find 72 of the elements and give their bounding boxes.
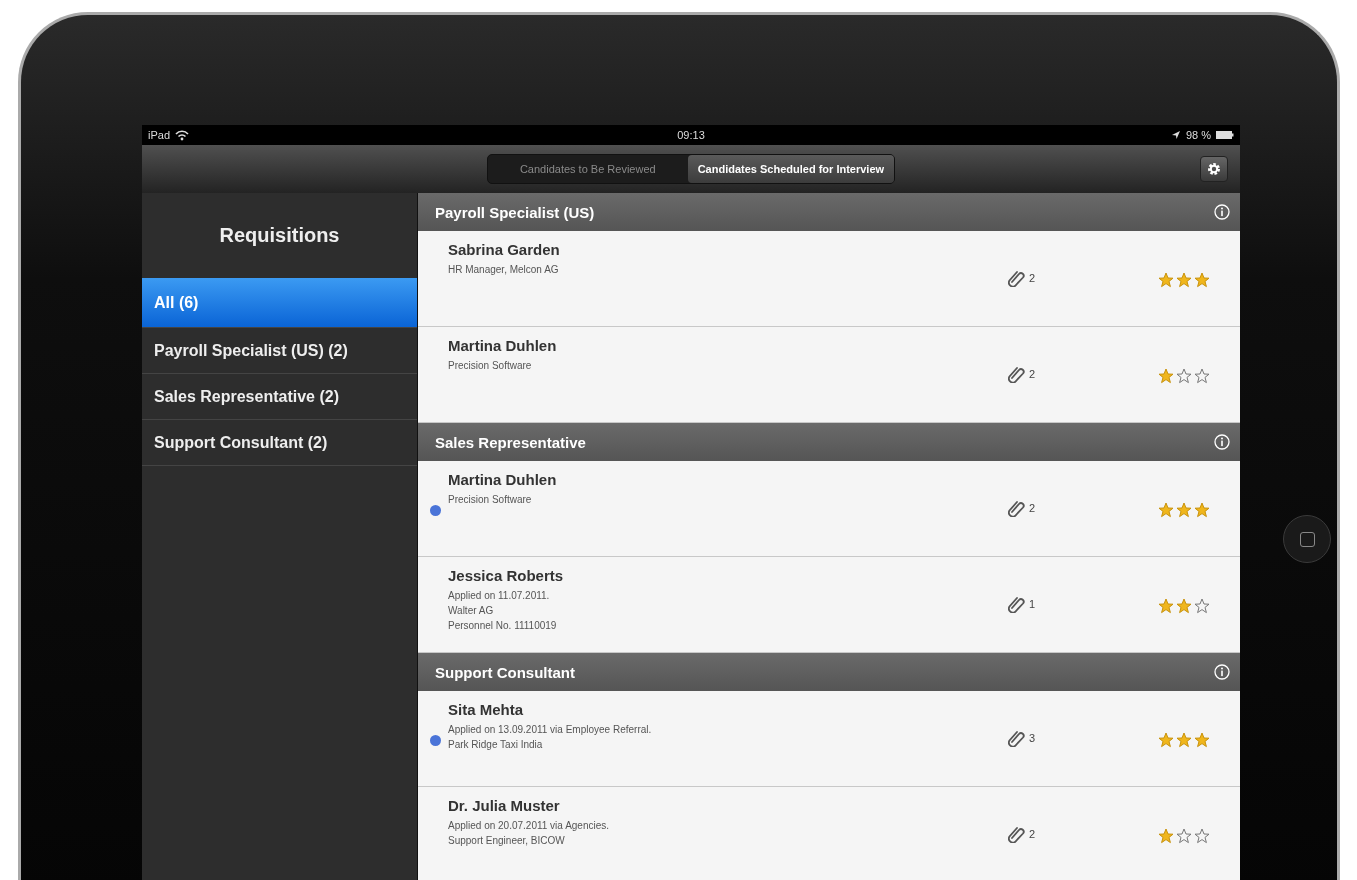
paperclip-icon [1008, 729, 1025, 747]
carrier-name: iPad [148, 129, 171, 141]
candidate-row[interactable]: Dr. Julia Muster Applied on 20.07.2011 via Agencies. Support Engineer, BICOW 2 [418, 787, 1240, 880]
filled-star-icon [1158, 368, 1174, 384]
paperclip-icon [1008, 595, 1025, 613]
candidate-detail: Walter AG [448, 604, 495, 618]
empty-star-icon [1176, 368, 1192, 384]
attachment-count: 2 [1029, 502, 1036, 514]
wifi-icon [175, 129, 190, 141]
section-title: Support Consultant [435, 663, 575, 681]
sidebar-item[interactable]: Sales Representative (2) [142, 374, 417, 420]
candidate-detail: Applied on 13.09.2011 via Employee Referral. [448, 723, 653, 737]
paperclip-icon [1008, 825, 1025, 843]
filled-star-icon [1194, 502, 1210, 518]
filled-star-icon [1158, 828, 1174, 844]
candidate-name: Sabrina Garden [448, 241, 561, 258]
attachment-count: 1 [1029, 598, 1036, 610]
section-title: Sales Representative [435, 433, 586, 451]
clock-time: 09:13 [677, 129, 705, 141]
candidate-row[interactable]: Martina Duhlen Precision Software 2 [418, 461, 1240, 557]
filled-star-icon [1176, 272, 1192, 288]
paperclip-icon [1008, 499, 1025, 517]
candidate-detail: HR Manager, Melcon AG [448, 263, 560, 277]
candidate-row[interactable]: Sita Mehta Applied on 13.09.2011 via Employee Referral. Park Ridge Taxi India 3 [418, 691, 1240, 787]
filled-star-icon [1194, 272, 1210, 288]
info-icon[interactable] [1214, 664, 1230, 680]
home-button[interactable] [1283, 515, 1331, 563]
candidate-name: Jessica Roberts [448, 567, 565, 584]
attachment-count: 2 [1029, 368, 1036, 380]
attachment-count: 2 [1029, 272, 1036, 284]
sidebar-item[interactable]: Support Consultant (2) [142, 420, 417, 466]
candidate-name: Martina Duhlen [448, 471, 558, 488]
tab[interactable]: Candidates Scheduled for Interview [687, 155, 895, 183]
candidate-detail: Applied on 20.07.2011 via Agencies. [448, 819, 611, 833]
attachment-count: 2 [1029, 828, 1036, 840]
location-arrow-icon [1170, 130, 1181, 140]
tab[interactable]: Candidates to Be Reviewed [487, 155, 688, 183]
sidebar-title: Requisitions [218, 223, 341, 248]
filled-star-icon [1176, 502, 1192, 518]
empty-star-icon [1194, 828, 1210, 844]
empty-star-icon [1194, 368, 1210, 384]
paperclip-icon [1008, 365, 1025, 383]
filled-star-icon [1158, 598, 1174, 614]
sidebar-item[interactable]: All (6) [142, 278, 417, 328]
settings-icon [1206, 161, 1222, 177]
candidate-detail: Park Ridge Taxi India [448, 738, 544, 752]
battery-icon [1216, 131, 1234, 139]
attachment-count: 3 [1029, 732, 1036, 744]
filled-star-icon [1158, 272, 1174, 288]
candidate-detail: Precision Software [448, 493, 533, 507]
empty-star-icon [1176, 828, 1192, 844]
filled-star-icon [1194, 732, 1210, 748]
paperclip-icon [1008, 269, 1025, 287]
filled-star-icon [1176, 598, 1192, 614]
candidate-name: Dr. Julia Muster [448, 797, 561, 814]
section-title: Payroll Specialist (US) [435, 203, 595, 221]
candidate-name: Sita Mehta [448, 701, 524, 718]
filled-star-icon [1158, 732, 1174, 748]
sidebar-item[interactable]: Payroll Specialist (US) (2) [142, 328, 417, 374]
battery-percent: 98 % [1185, 129, 1211, 141]
candidate-detail: Support Engineer, BICOW [448, 834, 566, 848]
candidate-detail: Personnel No. 11110019 [448, 619, 558, 633]
info-icon[interactable] [1214, 204, 1230, 220]
candidate-name: Martina Duhlen [448, 337, 558, 354]
settings-button[interactable] [1200, 156, 1228, 182]
filled-star-icon [1158, 502, 1174, 518]
candidate-row[interactable]: Sabrina Garden HR Manager, Melcon AG 2 [418, 231, 1240, 327]
info-icon[interactable] [1214, 434, 1230, 450]
filled-star-icon [1176, 732, 1192, 748]
candidate-detail: Applied on 11.07.2011. [448, 589, 551, 603]
candidate-detail: Precision Software [448, 359, 533, 373]
empty-star-icon [1194, 598, 1210, 614]
